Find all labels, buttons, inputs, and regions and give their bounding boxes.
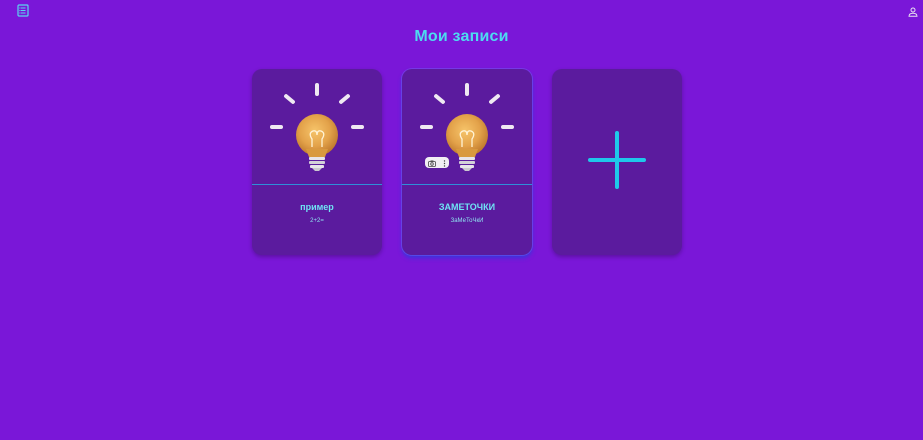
notes-grid: пример 2+2= ЗАМЕТОЧКИ ЗаМеТоЧкИ [252, 69, 682, 255]
notes-list-icon[interactable] [17, 4, 29, 17]
plus-icon [587, 130, 647, 195]
lightbulb-icon [402, 69, 532, 184]
card-title: пример [300, 202, 334, 212]
card-title: ЗАМЕТОЧКИ [438, 202, 496, 212]
card-text: 2+2= [310, 218, 324, 224]
add-note-button[interactable] [552, 69, 682, 255]
card-divider [252, 184, 382, 185]
lightbulb-icon [252, 69, 382, 184]
note-card[interactable]: ЗАМЕТОЧКИ ЗаМеТоЧкИ [402, 69, 532, 255]
more-vertical-icon[interactable] [443, 154, 446, 172]
page: Мои записи пример 2+2= ЗАМЕТОЧКИ ЗаМеТоЧ… [0, 0, 923, 440]
card-text: ЗаМеТоЧкИ [450, 218, 484, 224]
page-title: Мои записи [414, 28, 509, 45]
camera-icon[interactable] [428, 154, 437, 172]
note-card[interactable]: пример 2+2= [252, 69, 382, 255]
user-icon[interactable] [908, 4, 918, 17]
image-toolbar [425, 157, 449, 168]
card-divider [402, 184, 532, 185]
